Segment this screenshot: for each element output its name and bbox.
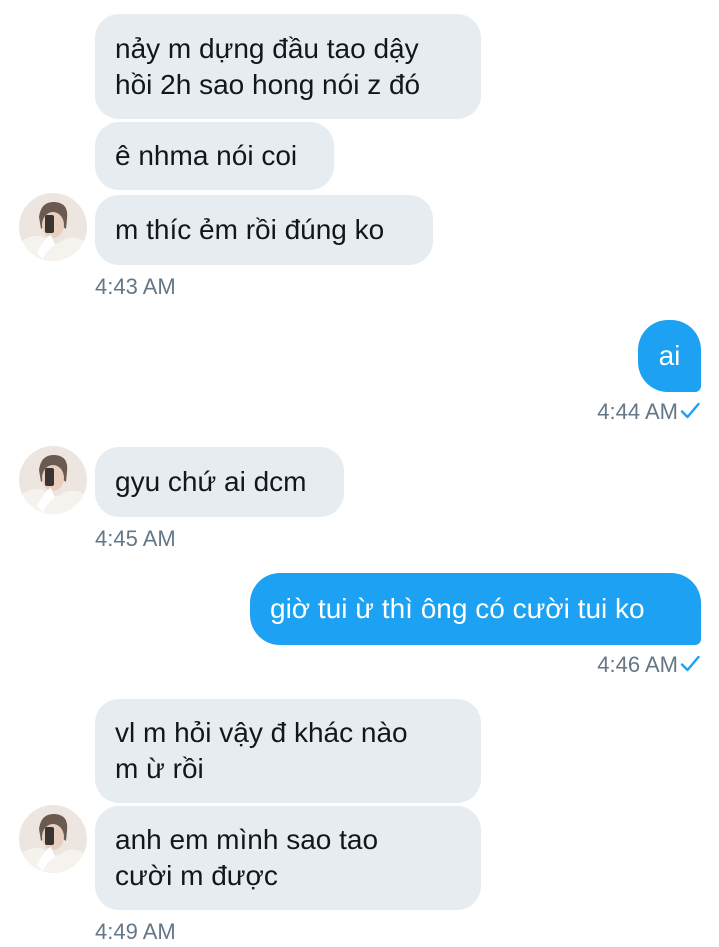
message-text: gyu chứ ai dcm	[115, 466, 307, 497]
message-timestamp: 4:49 AM	[95, 919, 176, 944]
checkmark-icon	[680, 402, 700, 419]
message-thread: nảy m dựng đầu tao dậy hồi 2h sao hong n…	[0, 0, 719, 947]
message-bubble-outgoing[interactable]: ai	[638, 320, 701, 392]
message-bubble-incoming[interactable]: gyu chứ ai dcm	[95, 447, 344, 517]
message-bubble-outgoing[interactable]: giờ tui ừ thì ông có cười tui ko	[250, 573, 701, 645]
message-text: m thíc ẻm rồi đúng ko	[115, 214, 385, 245]
message-text: ê nhma nói coi	[115, 140, 298, 171]
message-text: ai	[658, 340, 681, 371]
message-timestamp: 4:45 AM	[95, 526, 176, 551]
checkmark-icon	[680, 655, 700, 672]
message-timestamp: 4:44 AM	[597, 399, 678, 424]
message-bubble-incoming[interactable]: ê nhma nói coi	[95, 122, 334, 190]
message-text: nảy m dựng đầu tao dậy hồi 2h sao hong n…	[115, 32, 421, 100]
message-timestamp: 4:46 AM	[597, 652, 678, 677]
message-timestamp-row: 4:46 AM	[560, 652, 700, 678]
avatar[interactable]	[19, 193, 87, 261]
avatar[interactable]	[19, 446, 87, 514]
avatar[interactable]	[19, 805, 87, 873]
message-text: giờ tui ừ thì ông có cười tui ko	[270, 593, 645, 624]
avatar-photo-icon	[19, 446, 87, 514]
message-bubble-incoming[interactable]: m thíc ẻm rồi đúng ko	[95, 195, 433, 265]
message-bubble-incoming[interactable]: anh em mình sao tao cười m được	[95, 806, 481, 910]
message-timestamp: 4:43 AM	[95, 274, 176, 299]
message-bubble-incoming[interactable]: vl m hỏi vậy đ khác nào m ừ rồi	[95, 699, 481, 803]
avatar-photo-icon	[19, 805, 87, 873]
message-timestamp-row: 4:44 AM	[560, 399, 700, 425]
message-text: vl m hỏi vậy đ khác nào m ừ rồi	[115, 717, 408, 784]
avatar-photo-icon	[19, 193, 87, 261]
message-text: anh em mình sao tao cười m được	[115, 824, 379, 891]
message-bubble-incoming[interactable]: nảy m dựng đầu tao dậy hồi 2h sao hong n…	[95, 14, 481, 119]
